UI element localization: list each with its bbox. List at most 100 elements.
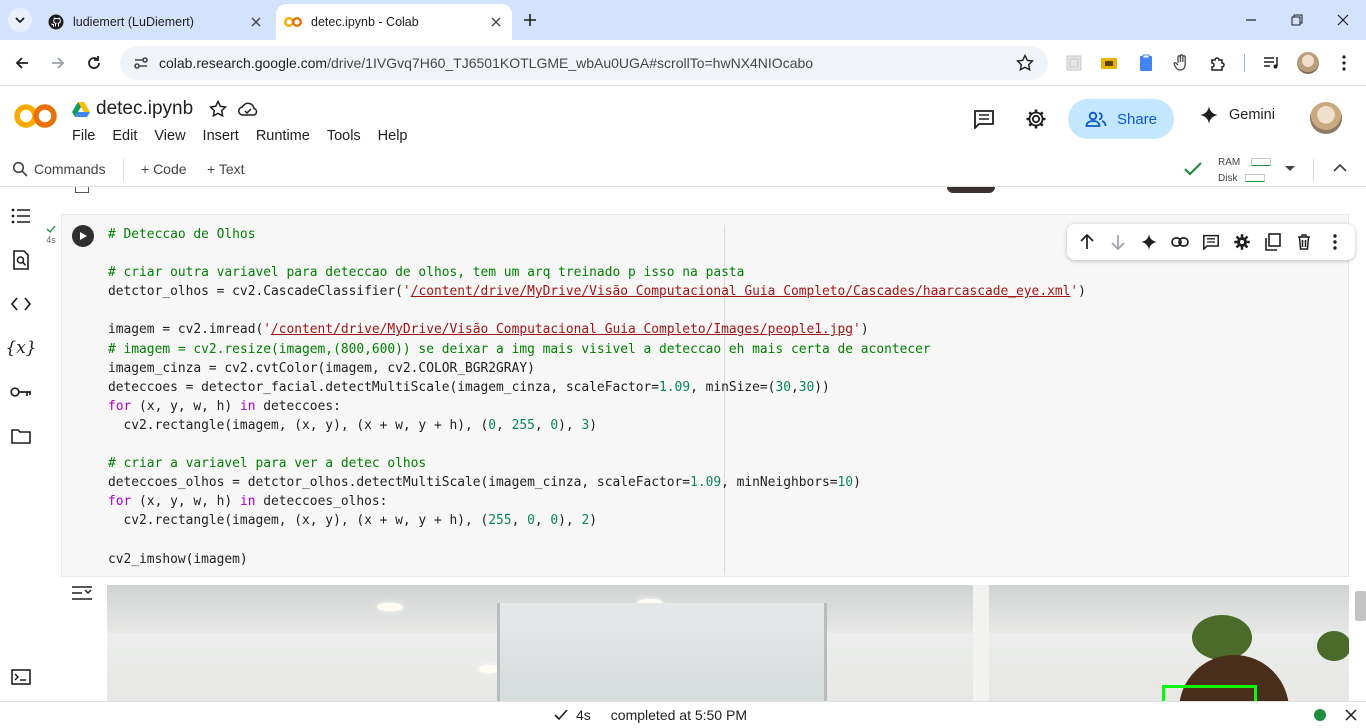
menu-file[interactable]: File: [72, 128, 95, 144]
close-status-icon[interactable]: [1345, 708, 1357, 726]
code-snippets-icon[interactable]: [9, 292, 33, 316]
table-of-contents-icon[interactable]: [9, 204, 33, 228]
cell-toolbar: [1067, 224, 1355, 260]
delete-icon[interactable]: [1292, 230, 1316, 254]
user-avatar[interactable]: [1310, 102, 1342, 134]
link-icon[interactable]: [1168, 230, 1192, 254]
minimize-button[interactable]: [1228, 0, 1274, 40]
code-cell[interactable]: 4s # Deteccao de Olhos # criar outra var…: [46, 214, 1355, 577]
colab-header: detec.ipynb File Edit View Insert Runtim…: [0, 86, 1366, 152]
github-icon: [48, 14, 64, 30]
forward-button[interactable]: [46, 51, 70, 75]
scrollbar-thumb[interactable]: [1355, 591, 1366, 621]
star-icon[interactable]: [209, 100, 228, 118]
plus-icon: [524, 14, 536, 26]
find-replace-icon[interactable]: [9, 248, 33, 272]
minimize-icon: [1246, 19, 1256, 21]
media-control-icon[interactable]: [1261, 52, 1283, 74]
settings-gear-icon[interactable]: [1023, 106, 1049, 132]
code-line[interactable]: deteccoes_olhos = detctor_olhos.detectMu…: [108, 473, 1086, 492]
extension-grid-icon[interactable]: [1063, 52, 1085, 74]
restore-button[interactable]: [1274, 0, 1320, 40]
main-menu: File Edit View Insert Runtime Tools Help: [72, 128, 425, 144]
close-tab-icon[interactable]: [486, 12, 506, 32]
secrets-key-icon[interactable]: [9, 380, 33, 404]
commands-button[interactable]: Commands: [12, 161, 106, 177]
code-line[interactable]: [108, 244, 1086, 263]
code-line[interactable]: cv2_imshow(imagem): [108, 550, 1086, 569]
menu-edit[interactable]: Edit: [112, 128, 137, 144]
files-folder-icon[interactable]: [9, 424, 33, 448]
previous-output-icon: [75, 187, 89, 193]
gemini-button[interactable]: Gemini: [1200, 106, 1275, 124]
share-button[interactable]: Share: [1068, 99, 1174, 139]
code-line[interactable]: for (x, y, w, h) in deteccoes_olhos:: [108, 492, 1086, 511]
extension-folder-icon[interactable]: [1098, 52, 1120, 74]
code-line[interactable]: cv2.rectangle(imagem, (x, y), (x + w, y …: [108, 416, 1086, 435]
code-line[interactable]: imagem = cv2.imread('/content/drive/MyDr…: [108, 320, 1086, 339]
menu-tools[interactable]: Tools: [327, 128, 361, 144]
code-line[interactable]: # imagem = cv2.resize(imagem,(800,600)) …: [108, 340, 1086, 359]
close-tab-icon[interactable]: [246, 12, 266, 32]
google-drive-icon: [72, 102, 90, 117]
comment-icon[interactable]: [1199, 230, 1223, 254]
close-window-button[interactable]: [1320, 0, 1366, 40]
address-bar[interactable]: colab.research.google.com/drive/1IVGvq7H…: [120, 46, 1048, 80]
menu-help[interactable]: Help: [378, 128, 408, 144]
tab-search-button[interactable]: [8, 8, 32, 32]
add-text-button[interactable]: + Text: [207, 161, 245, 177]
variables-icon[interactable]: {x}: [5, 336, 36, 360]
profile-avatar[interactable]: [1297, 52, 1319, 74]
code-line[interactable]: # Deteccao de Olhos: [108, 225, 1086, 244]
site-info-icon[interactable]: [132, 54, 150, 72]
notebook-toolbar: Commands + Code + Text RAM Disk: [0, 152, 1366, 187]
browser-tab-colab[interactable]: detec.ipynb - Colab: [276, 4, 512, 40]
cell-settings-icon[interactable]: [1230, 230, 1254, 254]
bookmark-star-icon[interactable]: [1016, 54, 1034, 72]
run-cell-button[interactable]: [72, 225, 94, 247]
move-up-icon[interactable]: [1075, 230, 1099, 254]
extension-hand-icon[interactable]: [1170, 52, 1192, 74]
colab-logo[interactable]: [14, 102, 58, 135]
collapse-toolbar-icon[interactable]: [1333, 163, 1347, 173]
previous-output-image: [947, 187, 995, 193]
menu-insert[interactable]: Insert: [203, 128, 239, 144]
code-line[interactable]: detctor_olhos = cv2.CascadeClassifier('/…: [108, 282, 1086, 301]
close-icon: [1337, 14, 1349, 26]
move-down-icon[interactable]: [1106, 230, 1130, 254]
browser-menu-icon[interactable]: [1333, 52, 1355, 74]
notebook-area: 4s # Deteccao de Olhos # criar outra var…: [42, 187, 1366, 701]
output-actions-icon[interactable]: [71, 585, 93, 606]
notebook-title[interactable]: detec.ipynb: [96, 98, 193, 120]
runtime-dropdown-icon[interactable]: [1284, 165, 1296, 173]
add-code-button[interactable]: + Code: [141, 161, 187, 177]
more-options-icon[interactable]: [1323, 230, 1347, 254]
check-icon: [554, 709, 568, 721]
code-line[interactable]: deteccoes = detector_facial.detectMultiS…: [108, 378, 1086, 397]
extensions-puzzle-icon[interactable]: [1207, 52, 1229, 74]
comments-icon[interactable]: [971, 106, 997, 132]
browser-tab-github[interactable]: ludiemert (LuDiemert): [40, 4, 272, 40]
code-line[interactable]: for (x, y, w, h) in deteccoes:: [108, 397, 1086, 416]
code-line[interactable]: imagem_cinza = cv2.cvtColor(imagem, cv2.…: [108, 359, 1086, 378]
menu-runtime[interactable]: Runtime: [256, 128, 310, 144]
execution-status-footer[interactable]: 4s completed at 5:50 PM: [554, 707, 747, 723]
code-line[interactable]: [108, 435, 1086, 454]
new-tab-button[interactable]: [518, 8, 542, 32]
terminal-icon[interactable]: [9, 665, 33, 689]
reload-button[interactable]: [82, 51, 106, 75]
back-button[interactable]: [10, 51, 34, 75]
code-line[interactable]: [108, 301, 1086, 320]
code-line[interactable]: [108, 531, 1086, 550]
code-line[interactable]: # criar outra variavel para deteccao de …: [108, 263, 1086, 282]
cloud-saved-icon[interactable]: [237, 101, 259, 117]
gemini-sparkle-icon[interactable]: [1137, 230, 1161, 254]
mirror-cell-icon[interactable]: [1261, 230, 1285, 254]
code-line[interactable]: cv2.rectangle(imagem, (x, y), (x + w, y …: [108, 511, 1086, 530]
menu-view[interactable]: View: [154, 128, 185, 144]
code-editor[interactable]: # Deteccao de Olhos # criar outra variav…: [108, 225, 1086, 569]
resource-monitor[interactable]: RAM Disk: [1218, 155, 1272, 187]
search-icon: [12, 161, 28, 177]
code-line[interactable]: # criar a variavel para ver a detec olho…: [108, 454, 1086, 473]
extension-clipboard-icon[interactable]: [1135, 52, 1157, 74]
